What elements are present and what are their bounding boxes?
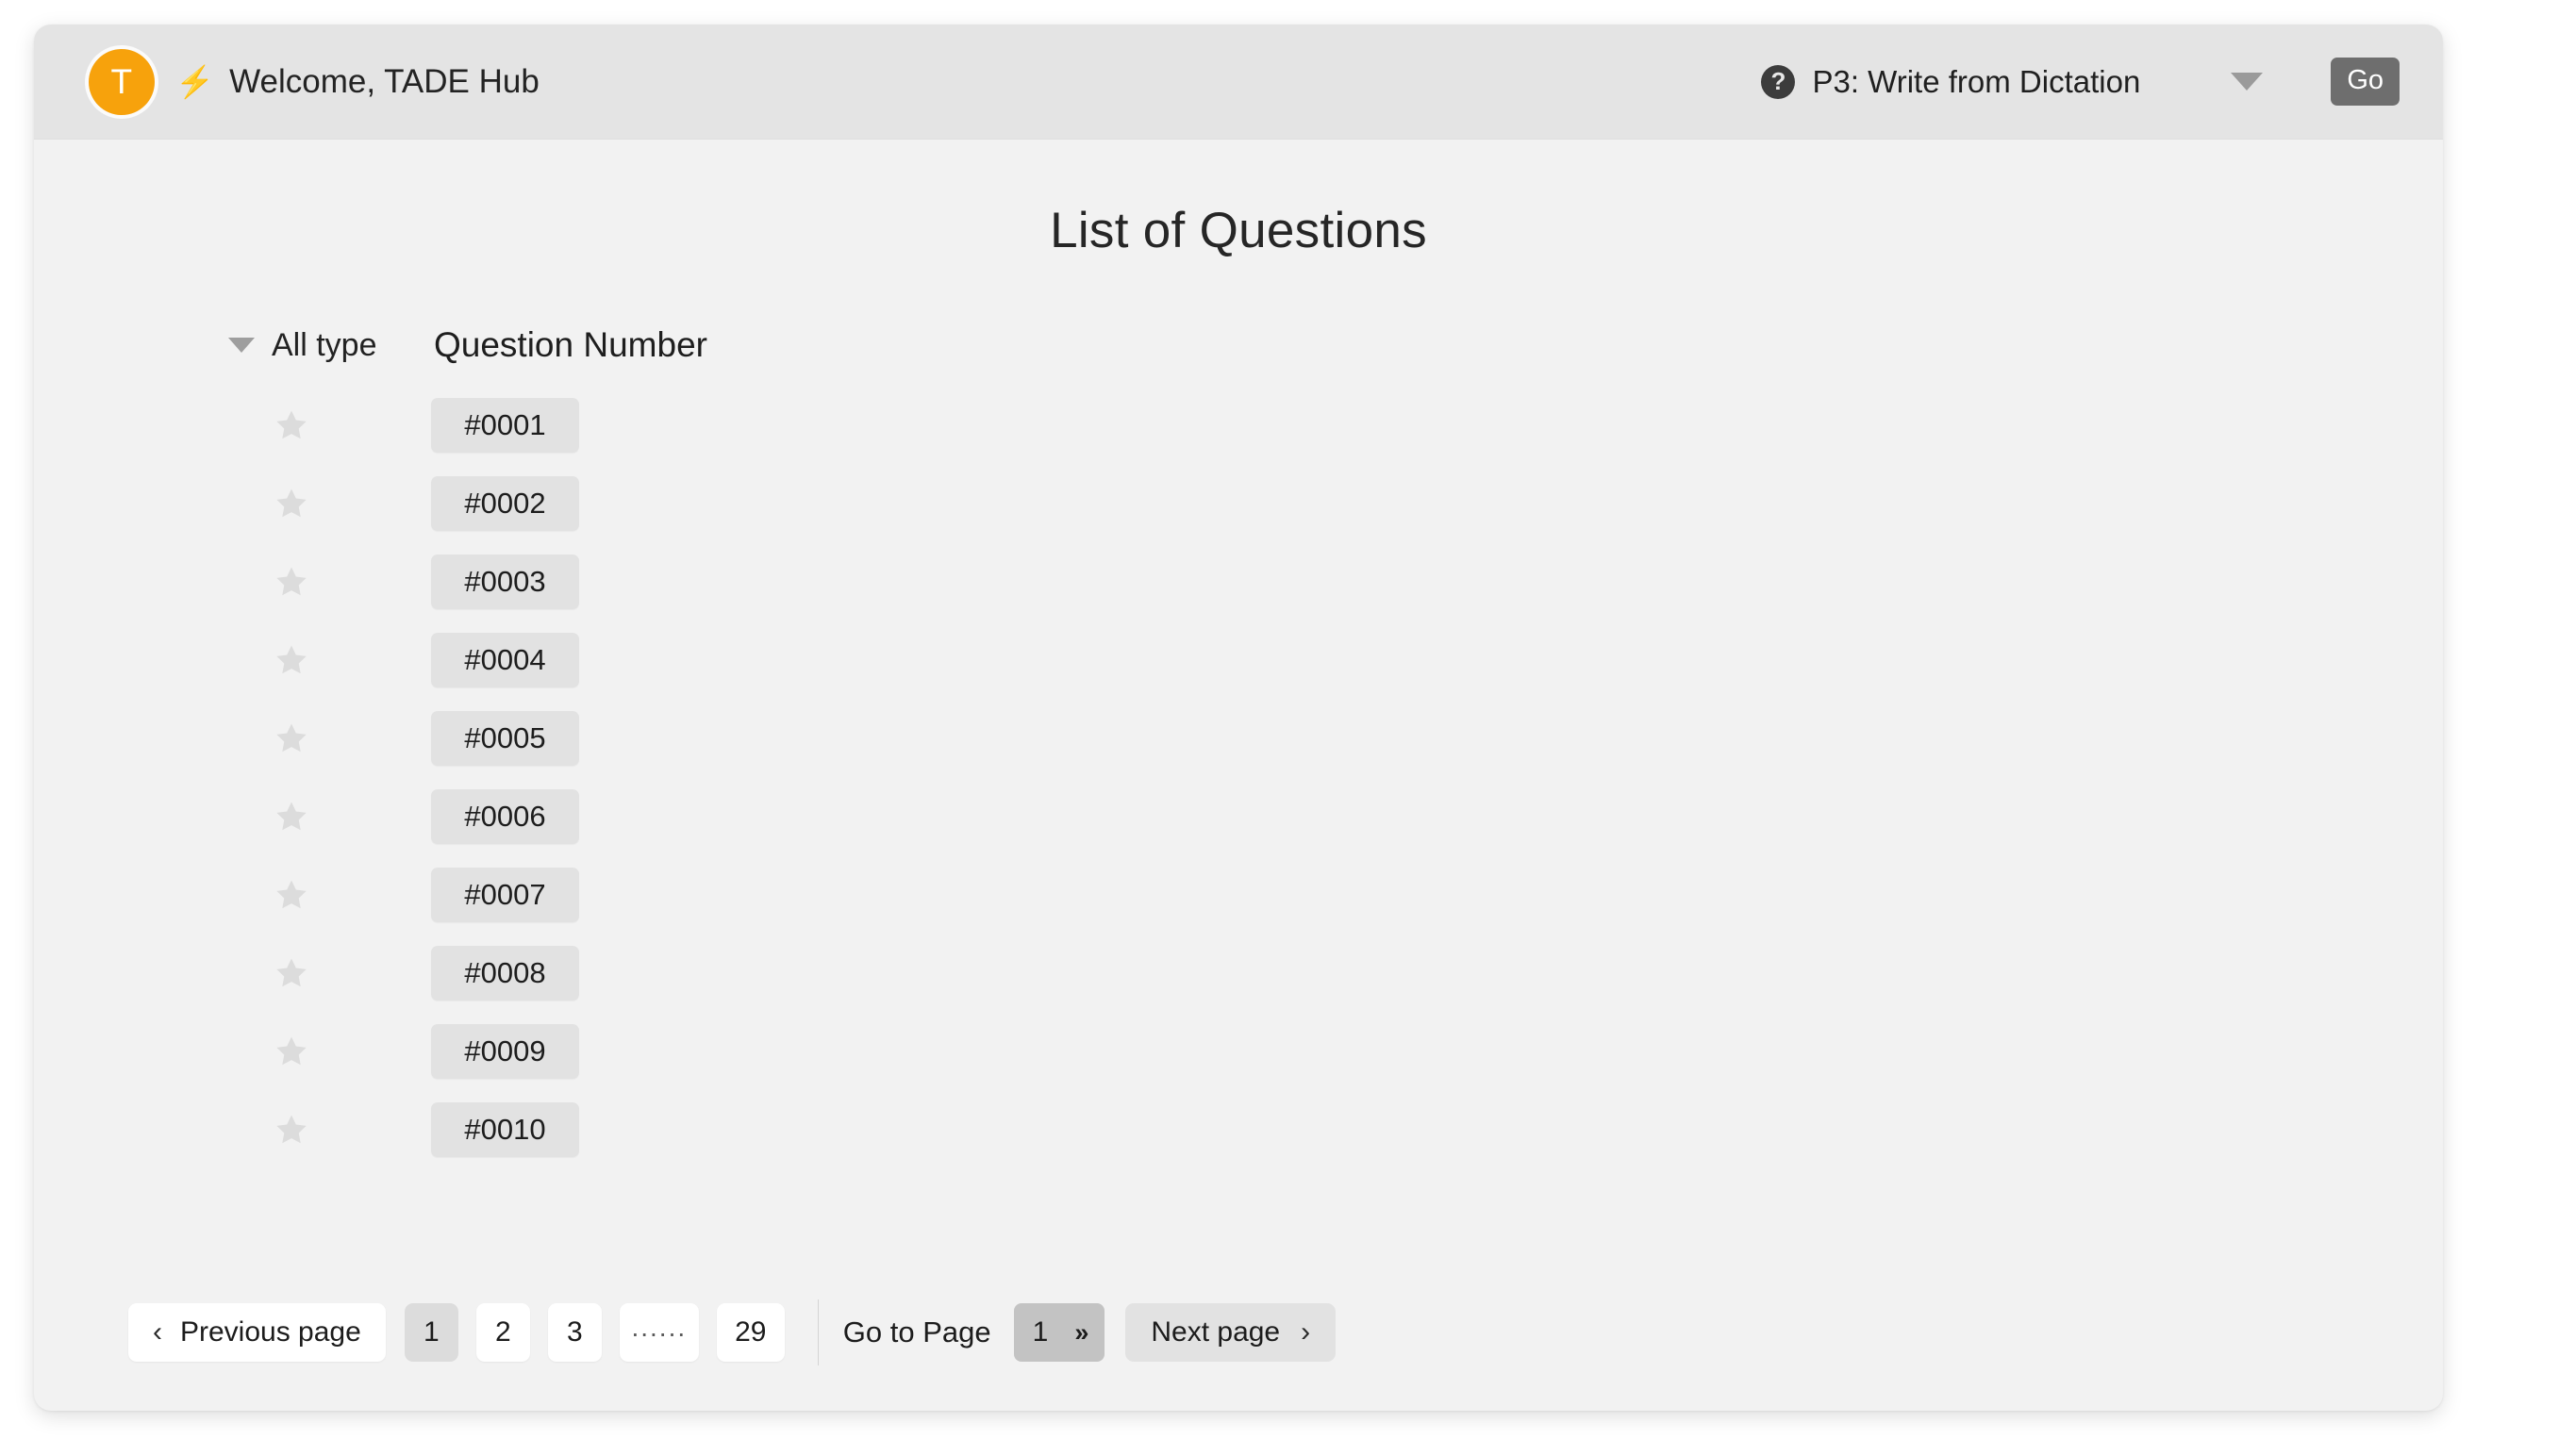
welcome-text: Welcome, TADE Hub (229, 62, 540, 100)
brand-block: T ⚡ Welcome, TADE Hub (34, 48, 540, 115)
goto-page-value: 1 (1032, 1316, 1049, 1348)
star-cell (228, 407, 407, 443)
star-icon[interactable] (274, 799, 309, 835)
star-cell (228, 799, 407, 835)
star-icon[interactable] (274, 1034, 309, 1069)
table-row: #0004 (34, 620, 2443, 699)
previous-page-label: Previous page (180, 1316, 361, 1348)
app-window: T ⚡ Welcome, TADE Hub ? P3: Write from D… (34, 25, 2443, 1411)
chevron-left-icon: ‹ (153, 1316, 162, 1348)
star-icon[interactable] (274, 564, 309, 600)
previous-page-button[interactable]: ‹ Previous page (128, 1303, 386, 1362)
chevron-right-icon: › (1301, 1316, 1311, 1348)
star-cell (228, 955, 407, 991)
question-number-chip[interactable]: #0007 (431, 867, 579, 922)
column-header-question-number: Question Number (434, 325, 707, 364)
table-row: #0002 (34, 464, 2443, 542)
help-icon[interactable]: ? (1761, 64, 1796, 99)
type-filter-label: All type (272, 326, 377, 363)
question-number-chip[interactable]: #0009 (431, 1023, 579, 1079)
chevron-down-icon (228, 338, 255, 353)
table-row: #0001 (34, 386, 2443, 464)
star-icon[interactable] (274, 720, 309, 756)
type-filter-dropdown[interactable]: All type (228, 327, 407, 364)
goto-page-label: Go to Page (842, 1315, 991, 1348)
star-cell (228, 642, 407, 678)
page-number-button[interactable]: 1 (404, 1303, 458, 1362)
table-row: #0010 (34, 1090, 2443, 1168)
goto-page-input[interactable]: 1 » (1013, 1303, 1105, 1362)
star-cell (228, 564, 407, 600)
question-number-chip[interactable]: #0003 (431, 554, 579, 609)
star-icon[interactable] (274, 877, 309, 913)
question-list: #0001 #0002 #0003 #0004 #0005 #0006 #0007 #0008… (34, 386, 2443, 1168)
page-ellipsis: ...... (619, 1303, 699, 1362)
star-cell (228, 720, 407, 756)
task-selector-group: ? P3: Write from Dictation Go (1761, 25, 2400, 139)
table-row: #0005 (34, 699, 2443, 777)
task-label[interactable]: P3: Write from Dictation (1812, 64, 2140, 100)
question-number-chip[interactable]: #0001 (431, 397, 579, 453)
next-page-button[interactable]: Next page › (1125, 1303, 1337, 1362)
bolt-icon: ⚡ (175, 64, 215, 99)
next-page-label: Next page (1151, 1316, 1281, 1348)
page-number-group: 1 2 3...... 29 (404, 1303, 803, 1362)
page-title: List of Questions (1050, 203, 1427, 258)
star-icon[interactable] (274, 1112, 309, 1148)
page-number-button[interactable]: 2 (475, 1303, 530, 1362)
list-header-row: All type Question Number (34, 325, 2443, 365)
chevron-down-icon[interactable] (2231, 73, 2264, 91)
star-cell (228, 1034, 407, 1069)
last-page-button[interactable]: 29 (716, 1303, 785, 1362)
welcome-block: ⚡ Welcome, TADE Hub (175, 63, 540, 101)
table-row: #0003 (34, 542, 2443, 620)
avatar[interactable]: T (89, 48, 155, 115)
question-number-chip[interactable]: #0006 (431, 788, 579, 844)
top-header-bar: T ⚡ Welcome, TADE Hub ? P3: Write from D… (34, 25, 2443, 140)
table-row: #0008 (34, 934, 2443, 1012)
star-cell (228, 486, 407, 521)
star-icon[interactable] (274, 642, 309, 678)
question-number-chip[interactable]: #0005 (431, 710, 579, 766)
star-cell (228, 877, 407, 913)
pagination: ‹ Previous page 1 2 3...... 29 Go to Page 1… (128, 1299, 1337, 1365)
question-number-chip[interactable]: #0004 (431, 632, 579, 687)
star-icon[interactable] (274, 407, 309, 443)
question-number-chip[interactable]: #0010 (431, 1101, 579, 1157)
table-row: #0006 (34, 777, 2443, 855)
pagination-divider (817, 1299, 819, 1365)
main-content: List of Questions All type Question Numb… (34, 140, 2443, 1411)
table-row: #0009 (34, 1012, 2443, 1090)
table-row: #0007 (34, 855, 2443, 934)
question-number-chip[interactable]: #0002 (431, 475, 579, 531)
go-button[interactable]: Go (2331, 58, 2400, 106)
page-number-button[interactable]: 3 (547, 1303, 602, 1362)
star-icon[interactable] (274, 955, 309, 991)
question-number-chip[interactable]: #0008 (431, 945, 579, 1001)
double-chevron-right-icon[interactable]: » (1074, 1318, 1088, 1348)
star-cell (228, 1112, 407, 1148)
star-icon[interactable] (274, 486, 309, 521)
